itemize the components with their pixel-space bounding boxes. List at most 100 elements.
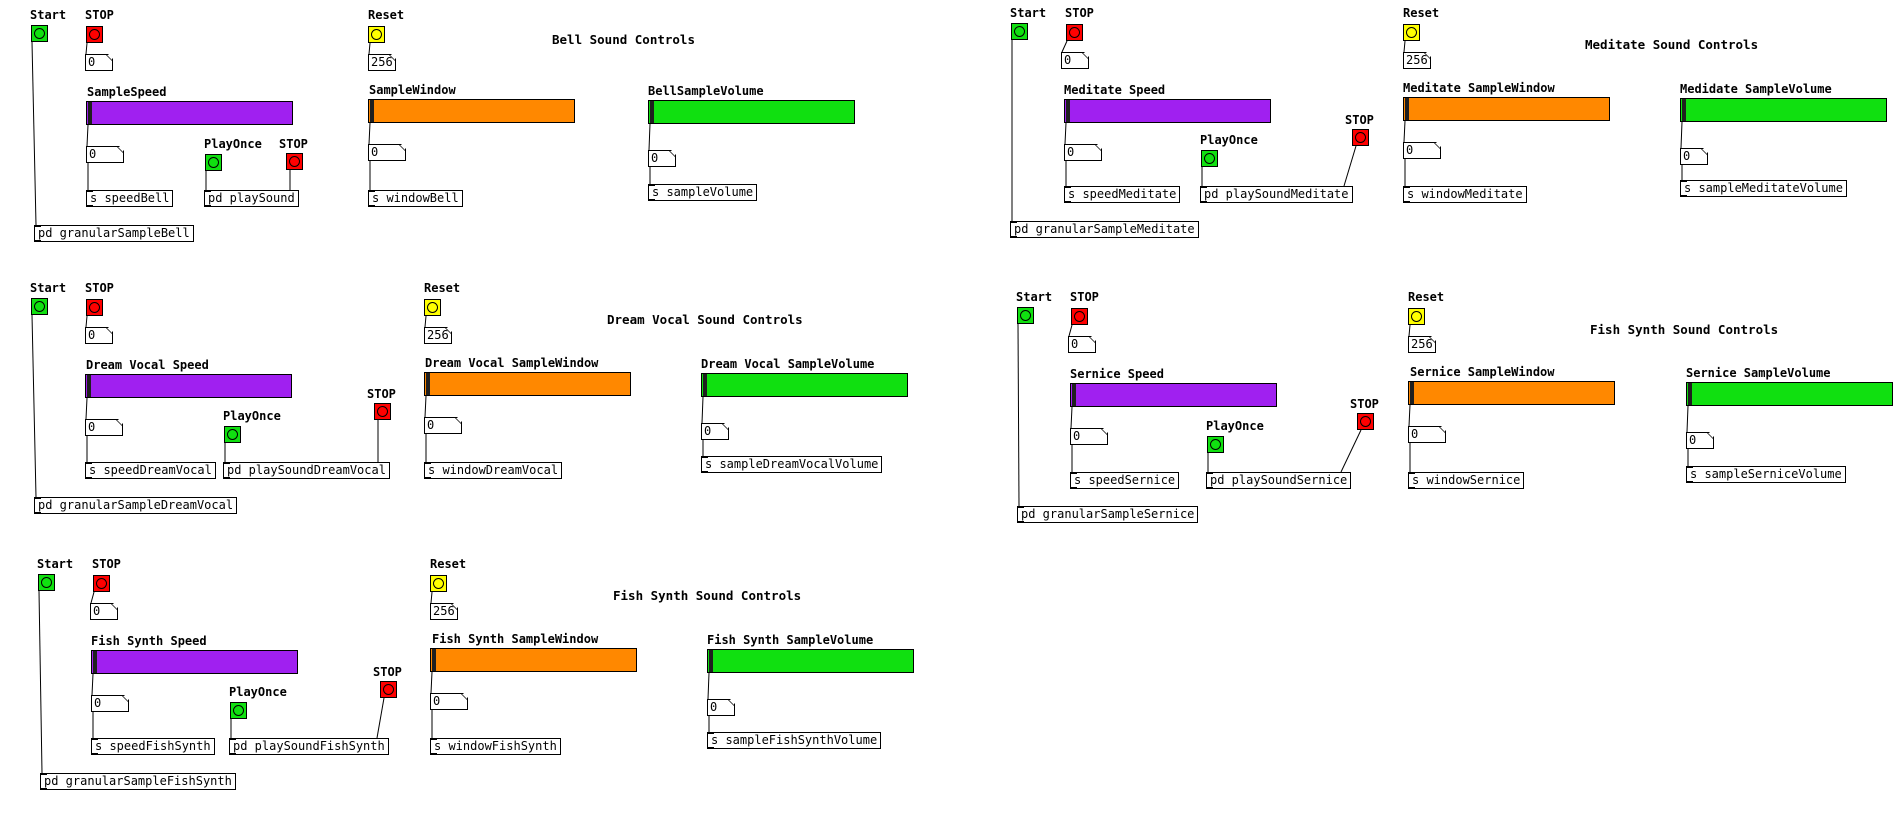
meditate-granular-object[interactable]: pd granularSampleMeditate: [1010, 221, 1199, 238]
sernice-reset-number-box[interactable]: 256: [1408, 336, 1436, 353]
fish-synth-speed-slider[interactable]: [91, 650, 298, 674]
dream-vocal-speed-send-object[interactable]: s speedDreamVocal: [85, 462, 216, 479]
slider-knob[interactable]: [703, 374, 707, 396]
dream-vocal-window-number-box[interactable]: 0: [424, 417, 462, 434]
bell-reset-bang[interactable]: [368, 26, 385, 43]
meditate-stop-bang[interactable]: [1066, 24, 1083, 41]
bell-play-stop-bang[interactable]: [286, 153, 303, 170]
bell-speed-slider[interactable]: [86, 101, 293, 125]
fish-synth-volume-send-object[interactable]: s sampleFishSynthVolume: [707, 732, 882, 749]
dream-vocal-volume-slider[interactable]: [701, 373, 908, 397]
sernice-play-object[interactable]: pd playSoundSernice: [1206, 472, 1352, 489]
meditate-volume-send-object[interactable]: s sampleMeditateVolume: [1680, 180, 1847, 197]
slider-knob[interactable]: [1072, 384, 1076, 406]
fish-synth-window-number-box[interactable]: 0: [430, 693, 468, 710]
meditate-volume-number-box[interactable]: 0: [1680, 148, 1708, 165]
dream-vocal-stop-number-box[interactable]: 0: [85, 327, 113, 344]
fish-synth-stop-number-box[interactable]: 0: [90, 603, 118, 620]
fish-synth-start-bang[interactable]: [38, 574, 55, 591]
fish-synth-window-send-object[interactable]: s windowFishSynth: [430, 738, 561, 755]
sernice-granular-object[interactable]: pd granularSampleSernice: [1017, 506, 1199, 523]
bell-volume-send-object[interactable]: s sampleVolume: [648, 184, 758, 201]
bell-play-object[interactable]: pd playSound: [204, 190, 299, 207]
bell-granular-object[interactable]: pd granularSampleBell: [34, 225, 194, 242]
meditate-speed-slider[interactable]: [1064, 99, 1271, 123]
dream-vocal-volume-send-object[interactable]: s sampleDreamVocalVolume: [701, 456, 883, 473]
meditate-stop-number-box[interactable]: 0: [1061, 52, 1089, 69]
slider-knob[interactable]: [87, 375, 91, 397]
fish-synth-reset-number-box[interactable]: 256: [430, 603, 458, 620]
dream-vocal-window-send-object[interactable]: s windowDreamVocal: [424, 462, 563, 479]
slider-knob[interactable]: [93, 651, 97, 673]
slider-knob[interactable]: [88, 102, 92, 124]
meditate-playonce-bang[interactable]: [1201, 150, 1218, 167]
slider-knob[interactable]: [1682, 99, 1686, 121]
dream-vocal-speed-slider[interactable]: [85, 374, 292, 398]
meditate-window-send-object[interactable]: s windowMeditate: [1403, 186, 1527, 203]
meditate-play-object[interactable]: pd playSoundMeditate: [1200, 186, 1353, 203]
sernice-window-send-object[interactable]: s windowSernice: [1408, 472, 1525, 489]
bell-start-bang[interactable]: [31, 25, 48, 42]
fish-synth-speed-number-box[interactable]: 0: [91, 695, 129, 712]
fish-synth-granular-object[interactable]: pd granularSampleFishSynth: [40, 773, 236, 790]
sernice-stop-number-box[interactable]: 0: [1068, 336, 1096, 353]
sernice-volume-send-object[interactable]: s sampleSerniceVolume: [1686, 466, 1846, 483]
dream-vocal-play-stop-bang[interactable]: [374, 403, 391, 420]
dream-vocal-start-bang[interactable]: [31, 298, 48, 315]
meditate-start-bang[interactable]: [1011, 23, 1028, 40]
dream-vocal-reset-number-box[interactable]: 256: [424, 327, 452, 344]
sernice-volume-slider[interactable]: [1686, 382, 1893, 406]
sernice-start-bang[interactable]: [1017, 307, 1034, 324]
bell-volume-slider[interactable]: [648, 100, 855, 124]
bell-reset-number-box[interactable]: 256: [368, 54, 396, 71]
bell-stop-number-box[interactable]: 0: [85, 54, 113, 71]
slider-knob[interactable]: [1405, 98, 1409, 120]
sernice-speed-slider[interactable]: [1070, 383, 1277, 407]
sernice-volume-number-box[interactable]: 0: [1686, 432, 1714, 449]
bell-volume-number-box[interactable]: 0: [648, 150, 676, 167]
bell-window-number-box[interactable]: 0: [368, 144, 406, 161]
meditate-window-number-box[interactable]: 0: [1403, 142, 1441, 159]
fish-synth-volume-number-box[interactable]: 0: [707, 699, 735, 716]
sernice-stop-bang[interactable]: [1071, 308, 1088, 325]
dream-vocal-speed-number-box[interactable]: 0: [85, 419, 123, 436]
meditate-reset-bang[interactable]: [1403, 24, 1420, 41]
dream-vocal-granular-object[interactable]: pd granularSampleDreamVocal: [34, 497, 238, 514]
bell-window-send-object[interactable]: s windowBell: [368, 190, 463, 207]
dream-vocal-stop-bang[interactable]: [86, 299, 103, 316]
bell-window-slider[interactable]: [368, 99, 575, 123]
fish-synth-reset-bang[interactable]: [430, 575, 447, 592]
sernice-playonce-bang[interactable]: [1207, 436, 1224, 453]
meditate-window-slider[interactable]: [1403, 97, 1610, 121]
dream-vocal-play-object[interactable]: pd playSoundDreamVocal: [223, 462, 390, 479]
dream-vocal-reset-bang[interactable]: [424, 299, 441, 316]
sernice-window-slider[interactable]: [1408, 381, 1615, 405]
bell-speed-send-object[interactable]: s speedBell: [86, 190, 174, 207]
bell-playonce-bang[interactable]: [205, 154, 222, 171]
sernice-reset-bang[interactable]: [1408, 308, 1425, 325]
fish-synth-speed-send-object[interactable]: s speedFishSynth: [91, 738, 215, 755]
meditate-play-stop-bang[interactable]: [1352, 129, 1369, 146]
slider-knob[interactable]: [1410, 382, 1414, 404]
sernice-speed-number-box[interactable]: 0: [1070, 428, 1108, 445]
slider-knob[interactable]: [1688, 383, 1692, 405]
fish-synth-stop-bang[interactable]: [93, 575, 110, 592]
slider-knob[interactable]: [426, 373, 430, 395]
meditate-speed-send-object[interactable]: s speedMeditate: [1064, 186, 1181, 203]
slider-knob[interactable]: [709, 650, 713, 672]
sernice-speed-send-object[interactable]: s speedSernice: [1070, 472, 1180, 489]
fish-synth-volume-slider[interactable]: [707, 649, 914, 673]
fish-synth-play-stop-bang[interactable]: [380, 681, 397, 698]
bell-speed-number-box[interactable]: 0: [86, 146, 124, 163]
slider-knob[interactable]: [370, 100, 374, 122]
dream-vocal-volume-number-box[interactable]: 0: [701, 423, 729, 440]
slider-knob[interactable]: [650, 101, 654, 123]
fish-synth-playonce-bang[interactable]: [230, 702, 247, 719]
slider-knob[interactable]: [1066, 100, 1070, 122]
sernice-window-number-box[interactable]: 0: [1408, 426, 1446, 443]
bell-stop-bang[interactable]: [86, 26, 103, 43]
dream-vocal-window-slider[interactable]: [424, 372, 631, 396]
meditate-speed-number-box[interactable]: 0: [1064, 144, 1102, 161]
meditate-volume-slider[interactable]: [1680, 98, 1887, 122]
dream-vocal-playonce-bang[interactable]: [224, 426, 241, 443]
